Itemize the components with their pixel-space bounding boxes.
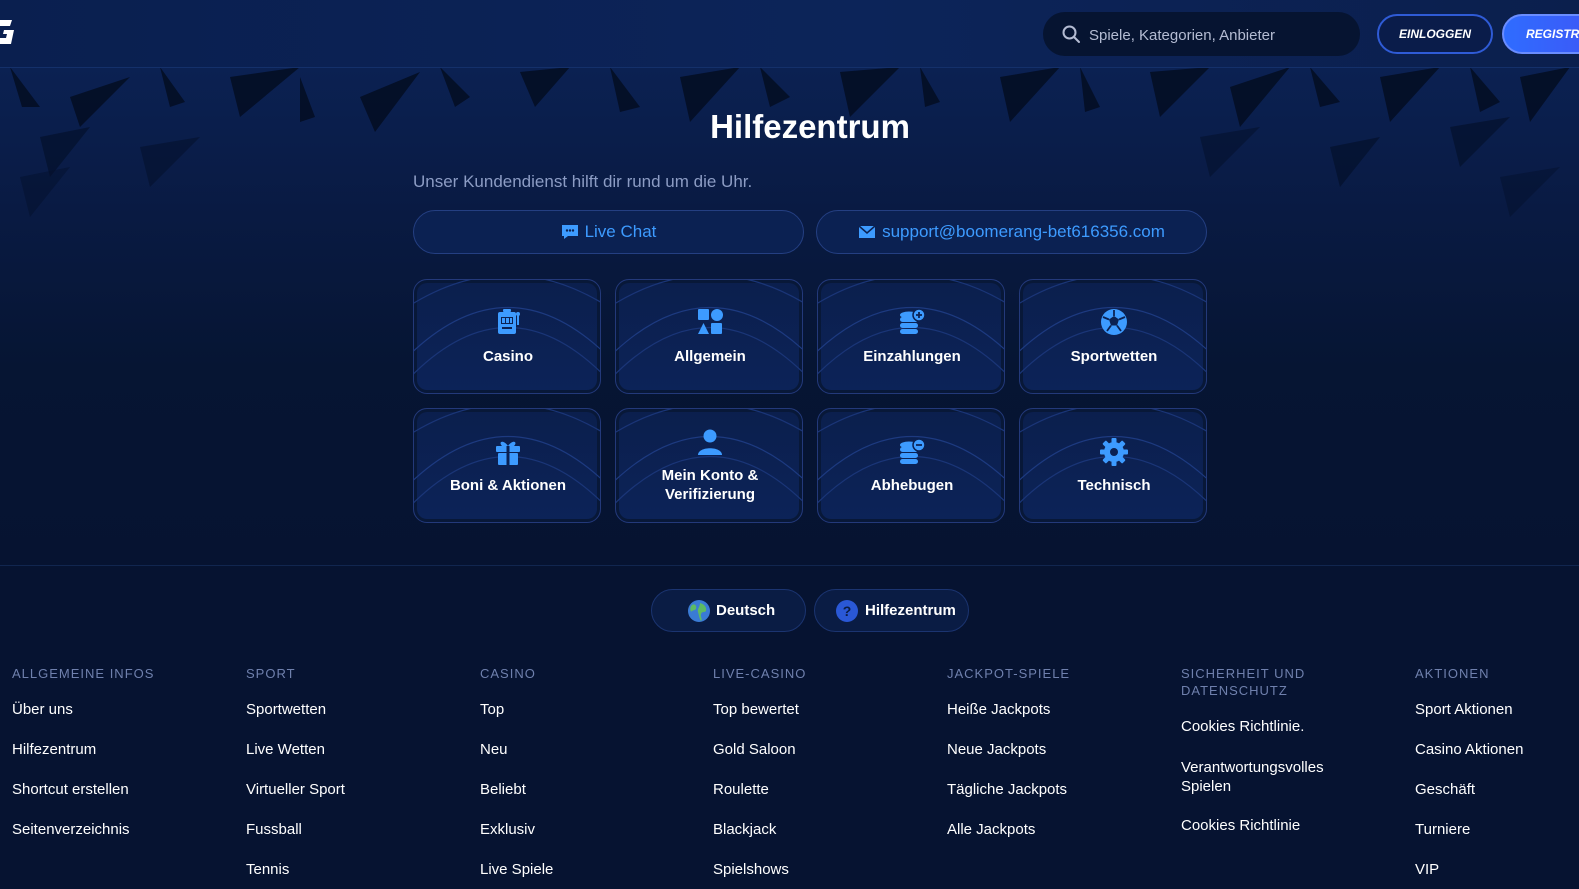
footer-link[interactable]: Beliebt bbox=[480, 781, 526, 798]
footer-column-casino: CASINO Top Neu Beliebt Exklusiv Live Spi… bbox=[480, 665, 700, 878]
category-card-mein-konto[interactable]: Mein Konto & Verifizierung bbox=[615, 408, 803, 523]
footer-link[interactable]: Live Wetten bbox=[246, 741, 325, 758]
register-button[interactable]: REGISTRIEREN bbox=[1502, 14, 1579, 54]
email-label: support@boomerang-bet616356.com bbox=[882, 222, 1165, 241]
footer-link[interactable]: Über uns bbox=[12, 701, 73, 718]
footer-link[interactable]: Heiße Jackpots bbox=[947, 701, 1050, 718]
category-label: Casino bbox=[482, 348, 533, 365]
footer-link[interactable]: VIP bbox=[1415, 861, 1439, 878]
gear-icon bbox=[1100, 438, 1128, 466]
footer-column-title: ALLGEMEINE INFOS bbox=[12, 666, 155, 681]
category-label: Abhebugen bbox=[870, 477, 954, 494]
footer-link[interactable]: Blackjack bbox=[713, 821, 776, 838]
footer-link[interactable]: Neue Jackpots bbox=[947, 741, 1046, 758]
category-card-einzahlungen[interactable]: Einzahlungen bbox=[817, 279, 1005, 394]
shapes-icon bbox=[698, 309, 723, 334]
footer-link[interactable]: Cookies Richtlinie bbox=[1181, 817, 1351, 834]
footer-link[interactable]: Sport Aktionen bbox=[1415, 701, 1513, 718]
page-title: Hilfezentrum bbox=[710, 108, 910, 145]
footer-link[interactable]: Fussball bbox=[246, 821, 302, 838]
footer-column-title: SPORT bbox=[246, 666, 296, 681]
footer-link[interactable]: Verantwortungsvolles Spielen bbox=[1181, 758, 1351, 796]
footer-column-title: LIVE-CASINO bbox=[713, 666, 807, 681]
card-arcs-decoration bbox=[1020, 280, 1206, 375]
category-label: Sportwetten bbox=[1070, 348, 1158, 365]
category-card-technisch[interactable]: Technisch bbox=[1019, 408, 1207, 523]
user-icon bbox=[698, 429, 722, 455]
category-label: Einzahlungen bbox=[863, 348, 961, 365]
footer-link[interactable]: Turniere bbox=[1415, 821, 1470, 838]
category-card-abhebungen[interactable]: Abhebugen bbox=[817, 408, 1005, 523]
footer-link[interactable]: Top bewertet bbox=[713, 701, 799, 718]
category-card-allgemein[interactable]: Allgemein bbox=[615, 279, 803, 394]
footer-link[interactable]: Hilfezentrum bbox=[12, 741, 96, 758]
footer-link[interactable]: Tennis bbox=[246, 861, 289, 878]
page-subtitle: Unser Kundendienst hilft dir rund um die… bbox=[413, 172, 753, 191]
footer-link[interactable]: Geschäft bbox=[1415, 781, 1475, 798]
footer-column-title: JACKPOT-SPIELE bbox=[947, 666, 1071, 681]
footer-column-sicherheit: SICHERHEIT UND DATENSCHUTZ Cookies Richt… bbox=[1181, 665, 1361, 834]
globe-icon bbox=[688, 600, 710, 622]
email-support-button[interactable]: support@boomerang-bet616356.com bbox=[816, 210, 1207, 254]
footer-link[interactable]: Tägliche Jackpots bbox=[947, 781, 1067, 798]
footer-column-title: AKTIONEN bbox=[1415, 666, 1490, 681]
footer-column-allgemeine-infos: ALLGEMEINE INFOS Über uns Hilfezentrum S… bbox=[12, 665, 232, 838]
footer-column-jackpot-spiele: JACKPOT-SPIELE Heiße Jackpots Neue Jackp… bbox=[947, 665, 1167, 838]
site-footer: Deutsch ? Hilfezentrum ALLGEMEINE INFOS … bbox=[0, 565, 1579, 889]
svg-text:?: ? bbox=[843, 603, 852, 619]
help-center-label: Hilfezentrum bbox=[865, 602, 956, 619]
footer-link[interactable]: Alle Jackpots bbox=[947, 821, 1035, 838]
question-circle-icon: ? bbox=[836, 600, 858, 622]
footer-link[interactable]: Live Spiele bbox=[480, 861, 553, 878]
footer-link[interactable]: Sportwetten bbox=[246, 701, 326, 718]
footer-link[interactable]: Top bbox=[480, 701, 504, 718]
footer-column-sport: SPORT Sportwetten Live Wetten Virtueller… bbox=[246, 665, 466, 878]
footer-link[interactable]: Roulette bbox=[713, 781, 769, 798]
footer-column-title: CASINO bbox=[480, 666, 536, 681]
footer-link[interactable]: Shortcut erstellen bbox=[12, 781, 129, 798]
search-input[interactable] bbox=[1087, 12, 1351, 58]
live-chat-label: Live Chat bbox=[584, 222, 657, 241]
card-arcs-decoration bbox=[616, 280, 802, 375]
soccer-ball-icon bbox=[1101, 309, 1127, 335]
footer-column-live-casino: LIVE-CASINO Top bewertet Gold Saloon Rou… bbox=[713, 665, 933, 878]
chat-icon bbox=[561, 225, 578, 239]
footer-link[interactable]: Casino Aktionen bbox=[1415, 741, 1523, 758]
coins-plus-icon bbox=[900, 308, 926, 334]
coins-minus-icon bbox=[900, 438, 926, 464]
footer-link[interactable]: Seitenverzeichnis bbox=[12, 821, 130, 838]
language-label: Deutsch bbox=[716, 602, 776, 619]
footer-link[interactable]: Gold Saloon bbox=[713, 741, 796, 758]
footer-link[interactable]: Exklusiv bbox=[480, 821, 535, 838]
category-card-casino[interactable]: Casino bbox=[413, 279, 601, 394]
category-label: Boni & Aktionen bbox=[449, 477, 567, 494]
login-button[interactable]: EINLOGGEN bbox=[1377, 14, 1493, 54]
footer-column-title: SICHERHEIT UND DATENSCHUTZ bbox=[1181, 666, 1306, 698]
gift-icon bbox=[496, 441, 520, 465]
search-icon bbox=[1062, 25, 1080, 43]
footer-link[interactable]: Virtueller Sport bbox=[246, 781, 345, 798]
footer-link[interactable]: Spielshows bbox=[713, 861, 789, 878]
live-chat-button[interactable]: Live Chat bbox=[413, 210, 804, 254]
search-bar[interactable] bbox=[1043, 12, 1360, 58]
top-header: EINLOGGEN REGISTRIEREN bbox=[0, 0, 1579, 68]
category-label: Mein Konto & Verifizierung bbox=[661, 467, 759, 503]
footer-link[interactable]: Cookies Richtlinie. bbox=[1181, 718, 1351, 735]
footer-link[interactable]: Neu bbox=[480, 741, 508, 758]
footer-column-aktionen: AKTIONEN Sport Aktionen Casino Aktionen … bbox=[1415, 665, 1575, 878]
category-label: Allgemein bbox=[674, 348, 746, 365]
brand-logo-icon[interactable] bbox=[0, 14, 16, 50]
category-card-sportwetten[interactable]: Sportwetten bbox=[1019, 279, 1207, 394]
category-card-boni[interactable]: Boni & Aktionen bbox=[413, 408, 601, 523]
card-arcs-decoration bbox=[818, 280, 1004, 375]
slot-machine-icon bbox=[498, 309, 520, 334]
language-selector-button[interactable]: Deutsch bbox=[651, 589, 806, 632]
help-center-footer-button[interactable]: ? Hilfezentrum bbox=[814, 589, 969, 632]
category-label: Technisch bbox=[1077, 477, 1151, 494]
card-arcs-decoration bbox=[414, 280, 600, 375]
mail-icon bbox=[858, 225, 876, 238]
